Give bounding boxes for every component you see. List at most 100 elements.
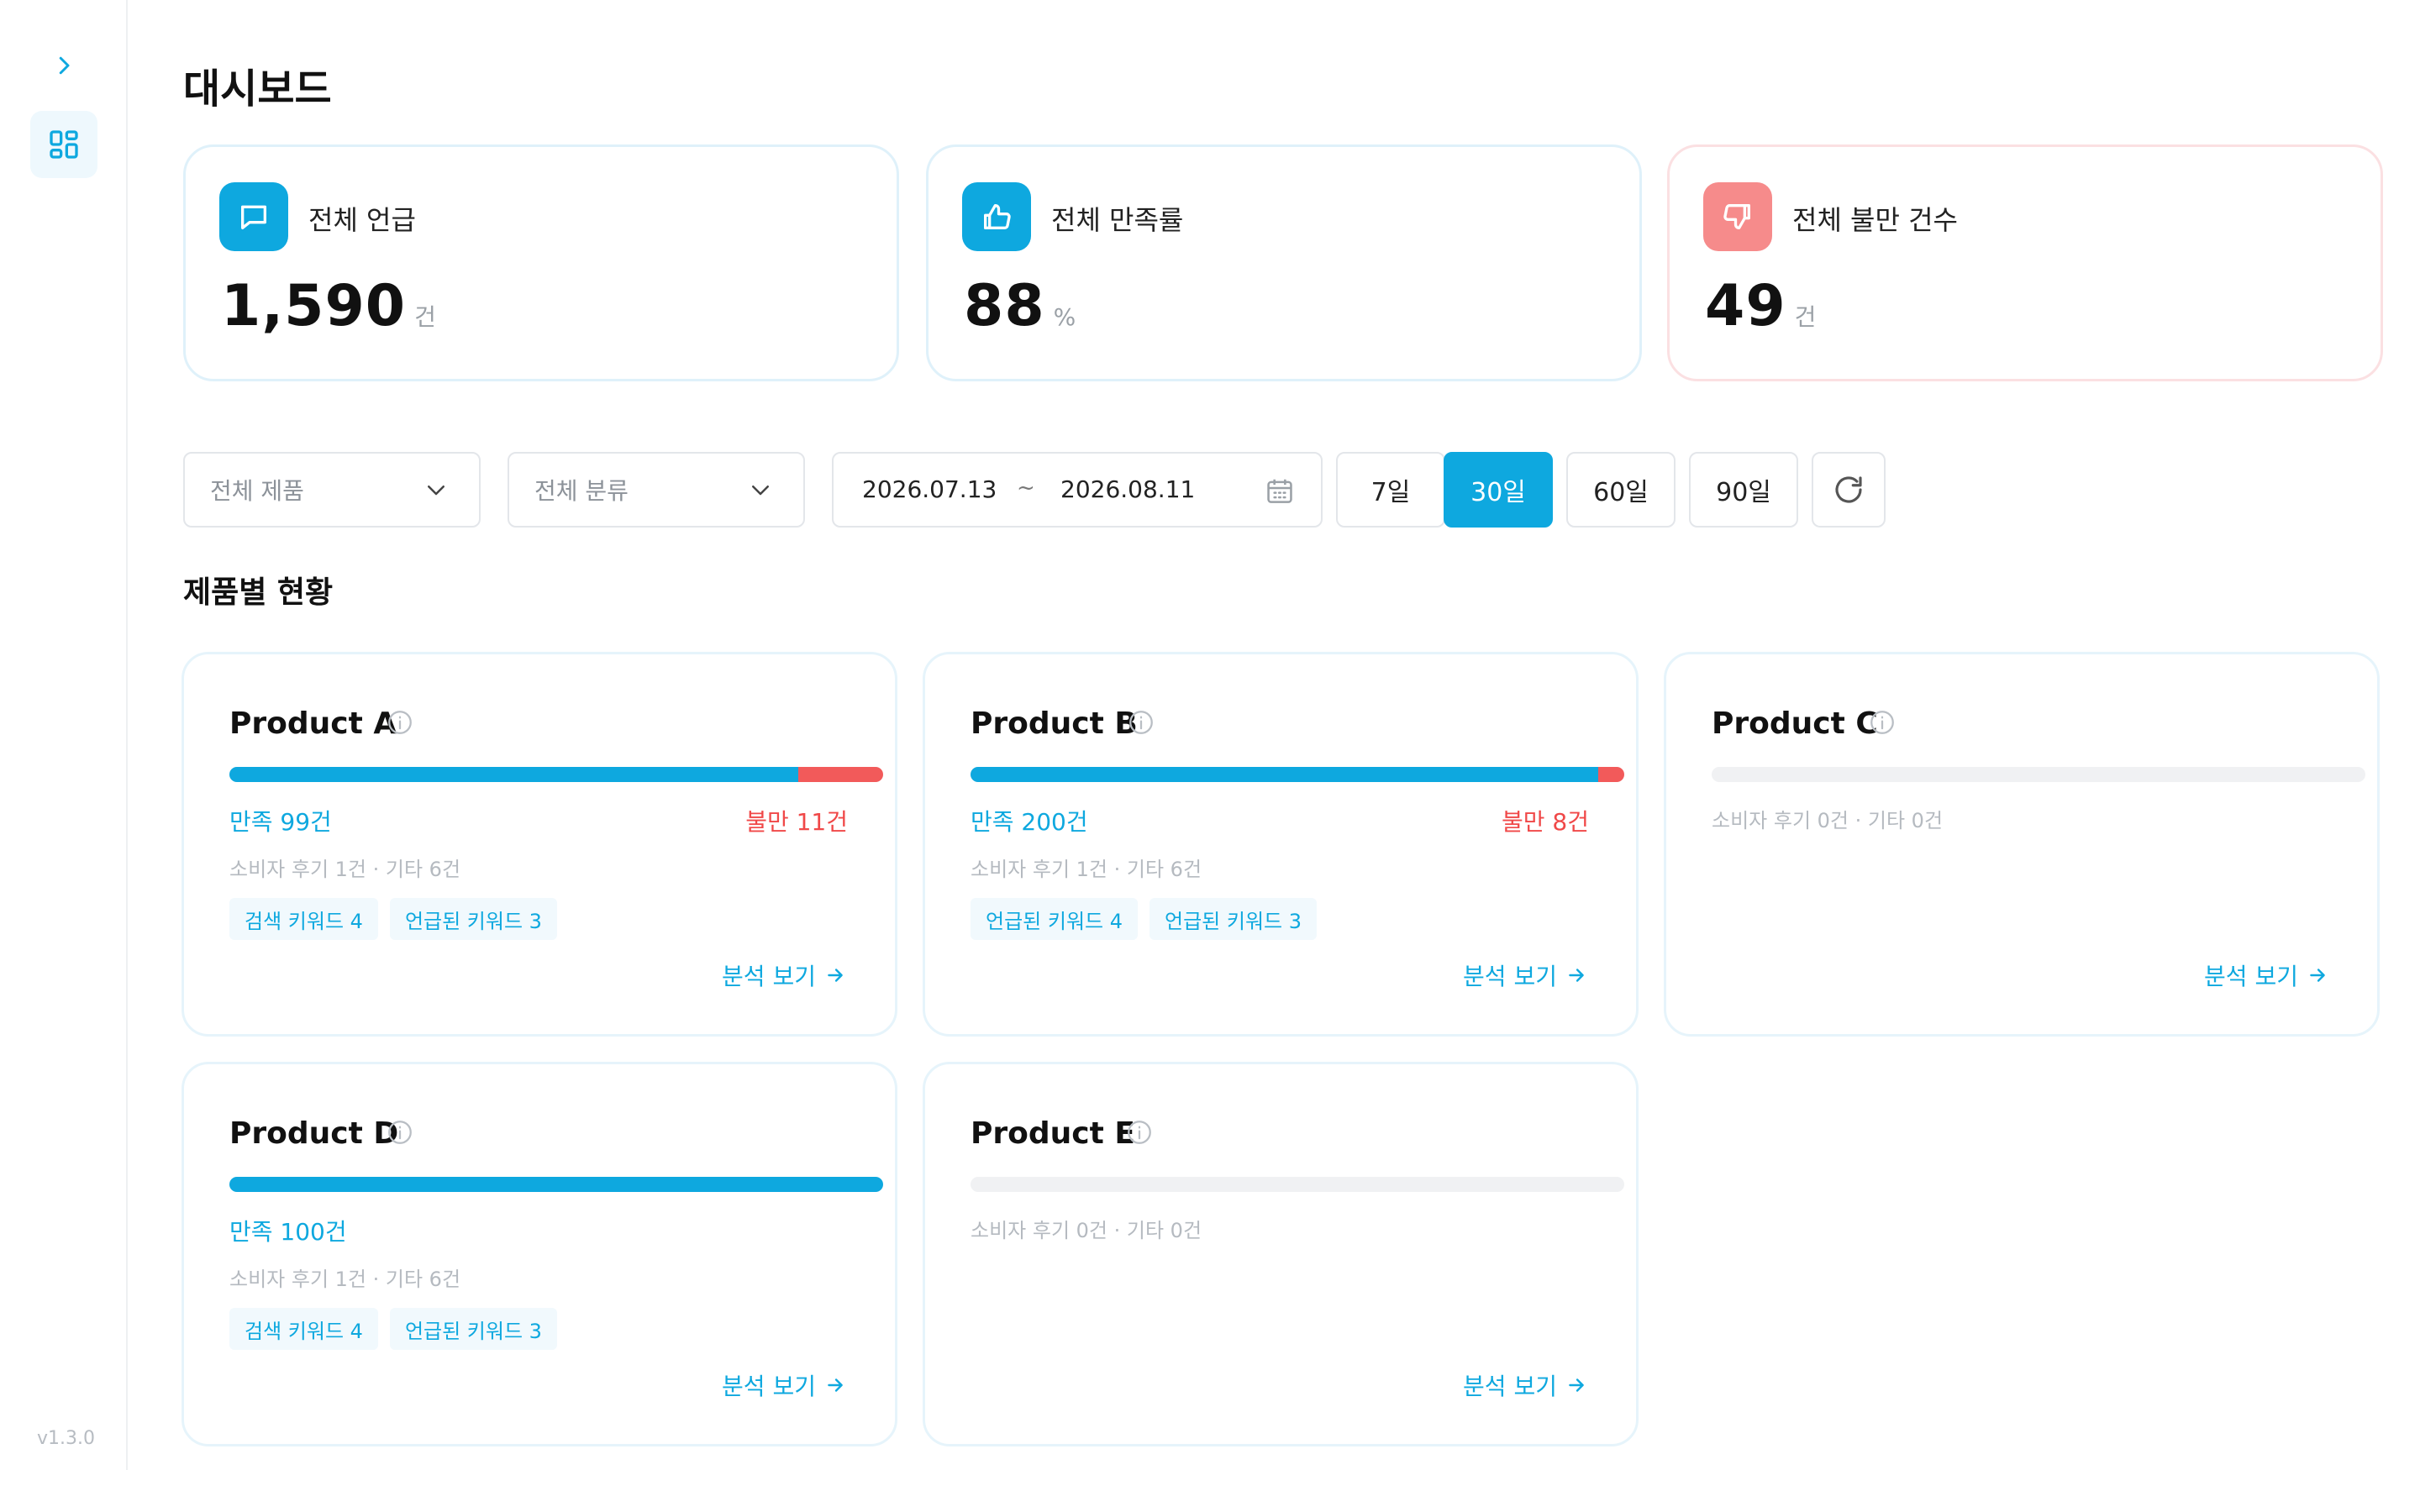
keyword-tag[interactable]: 검색 키워드 4 xyxy=(229,898,378,940)
period-button-60d[interactable]: 60일 xyxy=(1566,452,1676,528)
dissatisfied-count: 불만 8건 xyxy=(1502,808,1589,836)
satisfied-count: 만족 99건 xyxy=(229,808,332,836)
chat-bubble-icon xyxy=(219,182,288,251)
keyword-tags: 언급된 키워드 4 언급된 키워드 3 xyxy=(971,898,1318,940)
keyword-tag[interactable]: 검색 키워드 4 xyxy=(229,1308,378,1350)
date-separator: ~ xyxy=(1017,475,1035,501)
view-analysis-label: 분석 보기 xyxy=(1463,1373,1557,1400)
product-name: Product C xyxy=(1712,706,1878,741)
arrow-right-icon xyxy=(1569,1378,1584,1392)
sentiment-bar xyxy=(971,767,1624,782)
sentiment-bar xyxy=(229,1177,883,1192)
satisfied-bar xyxy=(229,767,798,782)
keyword-tag[interactable]: 언급된 키워드 3 xyxy=(389,898,557,940)
dashboard-grid-icon xyxy=(50,130,78,159)
product-card: Product D 만족 100건 소비자 후기 1건 · 기타 6건 검색 키… xyxy=(182,1062,897,1446)
stat-card-satisfaction-rate: 전체 만족률 88 % xyxy=(926,144,1642,381)
refresh-button[interactable] xyxy=(1812,452,1886,528)
info-icon[interactable] xyxy=(1127,708,1155,737)
dissatisfied-count: 불만 11건 xyxy=(745,808,848,836)
stat-unit: % xyxy=(1053,303,1076,331)
product-card: Product B 만족 200건 불만 8건 소비자 후기 1건 · 기타 6… xyxy=(923,652,1639,1037)
arrow-right-icon xyxy=(2310,969,2325,982)
sentiment-bar xyxy=(971,1177,1624,1192)
view-analysis-link[interactable]: 분석 보기 xyxy=(1463,958,1587,992)
stat-value: 88 xyxy=(964,273,1045,339)
view-analysis-label: 분석 보기 xyxy=(1463,963,1557,990)
product-select[interactable]: 전체 제품 xyxy=(183,452,481,528)
view-analysis-link[interactable]: 분석 보기 xyxy=(1463,1368,1587,1402)
category-select-value: 전체 분류 xyxy=(534,477,629,505)
page-title: 대시보드 xyxy=(183,66,332,113)
chevron-down-icon xyxy=(428,486,445,496)
refresh-icon xyxy=(1835,476,1862,503)
date-end[interactable]: 2026.08.11 xyxy=(1060,475,1195,503)
view-analysis-label: 분석 보기 xyxy=(2204,963,2298,990)
keyword-tag[interactable]: 언급된 키워드 4 xyxy=(971,898,1139,940)
date-start[interactable]: 2026.07.13 xyxy=(862,475,997,503)
period-button-7d[interactable]: 7일 xyxy=(1336,452,1445,528)
stat-unit: 건 xyxy=(414,303,436,331)
dissatisfied-bar xyxy=(797,767,883,782)
category-select[interactable]: 전체 분류 xyxy=(508,452,805,528)
stat-card-complaints: 전체 불만 건수 49 건 xyxy=(1667,144,2383,381)
view-analysis-link[interactable]: 분석 보기 xyxy=(722,958,846,992)
period-button-90d[interactable]: 90일 xyxy=(1689,452,1798,528)
app-version: v1.3.0 xyxy=(37,1428,95,1449)
chevron-right-icon xyxy=(59,56,70,75)
view-analysis-label: 분석 보기 xyxy=(722,1373,816,1400)
product-card: Product C 소비자 후기 0건 · 기타 0건 분석 보기 xyxy=(1664,652,2380,1037)
thumbs-up-icon xyxy=(962,182,1031,251)
product-card: Product A 만족 99건 불만 11건 소비자 후기 1건 · 기타 6… xyxy=(182,652,897,1037)
dissatisfied-bar xyxy=(1597,767,1624,782)
info-icon[interactable] xyxy=(386,708,414,737)
arrow-right-icon xyxy=(828,969,843,982)
sentiment-bar xyxy=(229,767,883,782)
product-meta: 소비자 후기 1건 · 기타 6건 xyxy=(229,1268,461,1291)
thumbs-down-icon xyxy=(1703,182,1772,251)
stat-label: 전체 불만 건수 xyxy=(1792,204,1958,236)
product-meta: 소비자 후기 1건 · 기타 6건 xyxy=(971,858,1202,881)
app-root: v1.3.0 대시보드 전체 언급 1,590 건 전체 만족률 88 % 전체… xyxy=(0,0,2420,1512)
product-name: Product B xyxy=(971,706,1138,741)
product-name: Product A xyxy=(229,706,397,741)
stat-unit: 건 xyxy=(1794,303,1817,331)
product-meta: 소비자 후기 0건 · 기타 0건 xyxy=(971,1219,1202,1242)
sidebar: v1.3.0 xyxy=(0,0,128,1470)
sidebar-item-dashboard[interactable] xyxy=(30,111,97,178)
period-button-30d[interactable]: 30일 xyxy=(1444,452,1553,528)
section-title: 제품별 현황 xyxy=(183,575,334,610)
product-meta: 소비자 후기 0건 · 기타 0건 xyxy=(1712,809,1944,832)
satisfied-bar xyxy=(229,1177,883,1192)
stat-value: 49 xyxy=(1705,273,1786,339)
keyword-tags: 검색 키워드 4 언급된 키워드 3 xyxy=(229,1308,557,1350)
keyword-tag[interactable]: 언급된 키워드 3 xyxy=(389,1308,557,1350)
keyword-tags: 검색 키워드 4 언급된 키워드 3 xyxy=(229,898,557,940)
satisfied-bar xyxy=(971,767,1598,782)
chevron-down-icon xyxy=(752,486,769,496)
sentiment-bar xyxy=(1712,767,2365,782)
calendar-icon[interactable] xyxy=(1264,475,1296,507)
info-icon[interactable] xyxy=(1868,708,1897,737)
product-name: Product E xyxy=(971,1116,1135,1151)
info-icon[interactable] xyxy=(1125,1118,1154,1147)
view-analysis-link[interactable]: 분석 보기 xyxy=(2204,958,2328,992)
view-analysis-link[interactable]: 분석 보기 xyxy=(722,1368,846,1402)
product-name: Product D xyxy=(229,1116,399,1151)
date-range-picker[interactable]: 2026.07.13 ~ 2026.08.11 xyxy=(832,452,1323,528)
arrow-right-icon xyxy=(1569,969,1584,982)
arrow-right-icon xyxy=(828,1378,843,1392)
stat-card-total-mentions: 전체 언급 1,590 건 xyxy=(183,144,899,381)
sidebar-expand-button[interactable] xyxy=(44,45,84,86)
product-card: Product E 소비자 후기 0건 · 기타 0건 분석 보기 xyxy=(923,1062,1639,1446)
product-meta: 소비자 후기 1건 · 기타 6건 xyxy=(229,858,461,881)
keyword-tag[interactable]: 언급된 키워드 3 xyxy=(1150,898,1318,940)
product-select-value: 전체 제품 xyxy=(210,477,304,505)
stat-label: 전체 만족률 xyxy=(1051,204,1184,236)
info-icon[interactable] xyxy=(386,1118,414,1147)
satisfied-count: 만족 100건 xyxy=(229,1218,347,1246)
stat-value: 1,590 xyxy=(221,273,407,339)
satisfied-count: 만족 200건 xyxy=(971,808,1088,836)
view-analysis-label: 분석 보기 xyxy=(722,963,816,990)
stat-label: 전체 언급 xyxy=(308,204,416,236)
